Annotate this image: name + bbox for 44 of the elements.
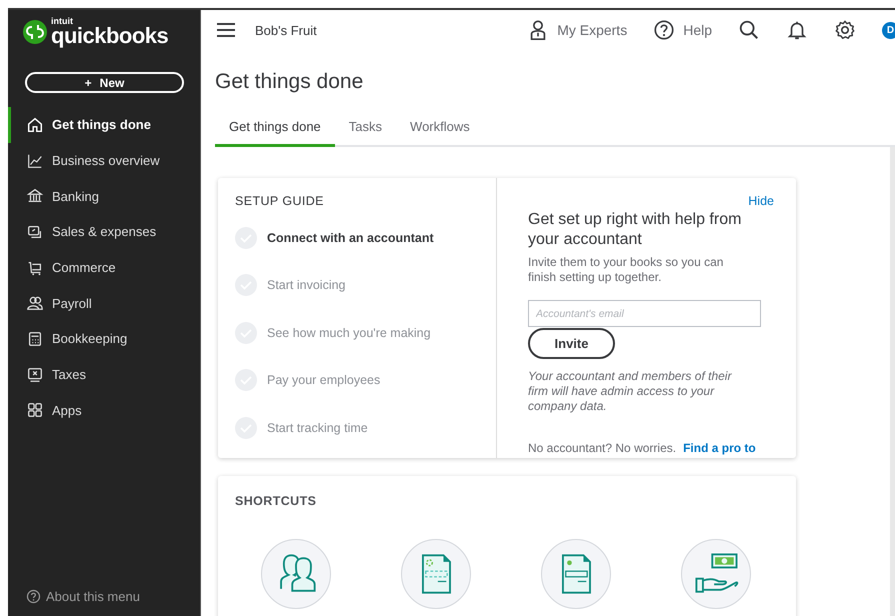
- invite-button[interactable]: Invite: [528, 328, 615, 359]
- logo-icon: [23, 20, 47, 44]
- footer-text: No accountant? No worries.: [528, 441, 676, 455]
- sidebar-item[interactable]: Get things done: [8, 107, 200, 143]
- logo-text: quickbooks: [51, 25, 168, 47]
- sidebar-item[interactable]: Bookkeeping: [8, 321, 200, 357]
- help-icon[interactable]: [653, 19, 676, 41]
- company-name: Bob's Fruit: [255, 22, 318, 38]
- access-note: Your accountant and members of their firm will have admin access to your company data.: [528, 369, 733, 414]
- section-title: SETUP GUIDE: [235, 194, 325, 208]
- sidebar-item[interactable]: Commerce: [8, 250, 200, 286]
- find-pro-link[interactable]: Find a pro to: [683, 441, 756, 455]
- sidebar-item[interactable]: Payroll: [8, 285, 200, 322]
- scrollbar[interactable]: [890, 147, 895, 616]
- setup-step[interactable]: Connect with an accountant: [235, 214, 496, 262]
- settings-icon[interactable]: [834, 19, 856, 41]
- search-icon[interactable]: [738, 19, 760, 41]
- new-button[interactable]: + New: [25, 72, 184, 93]
- logo-brand: intuit: [51, 17, 74, 25]
- page-title: Get things done: [215, 70, 364, 94]
- help-icon: [26, 589, 41, 604]
- avatar[interactable]: D: [882, 22, 895, 38]
- home-icon: [26, 116, 44, 134]
- sidebar-item[interactable]: Sales & expenses: [8, 214, 200, 250]
- about-menu-link[interactable]: About this menu: [46, 589, 140, 604]
- sidebar-item[interactable]: Banking: [8, 178, 200, 214]
- line-chart-icon: [26, 152, 44, 170]
- menu-icon[interactable]: [216, 22, 236, 38]
- section-title: SHORTCUTS: [235, 494, 318, 508]
- sidebar-item[interactable]: Apps: [8, 392, 200, 428]
- setup-heading: Get set up right with help from your accountant: [528, 210, 742, 250]
- grid-icon: [26, 401, 44, 420]
- sidebar-item[interactable]: Business overview: [8, 142, 200, 178]
- tab[interactable]: Tasks: [334, 113, 396, 147]
- header-link[interactable]: Help: [683, 22, 712, 38]
- people-icon: [26, 294, 44, 312]
- setup-description: Invite them to your books so you can finish setting up together.: [528, 255, 724, 285]
- tab[interactable]: Workflows: [396, 113, 484, 147]
- tab[interactable]: Get things done: [215, 113, 335, 147]
- hide-link[interactable]: Hide: [748, 194, 774, 208]
- sidebar-item[interactable]: Taxes: [8, 356, 200, 392]
- header-link[interactable]: My Experts: [557, 22, 628, 38]
- bell-icon[interactable]: [786, 19, 808, 41]
- calculator-icon: [26, 330, 44, 348]
